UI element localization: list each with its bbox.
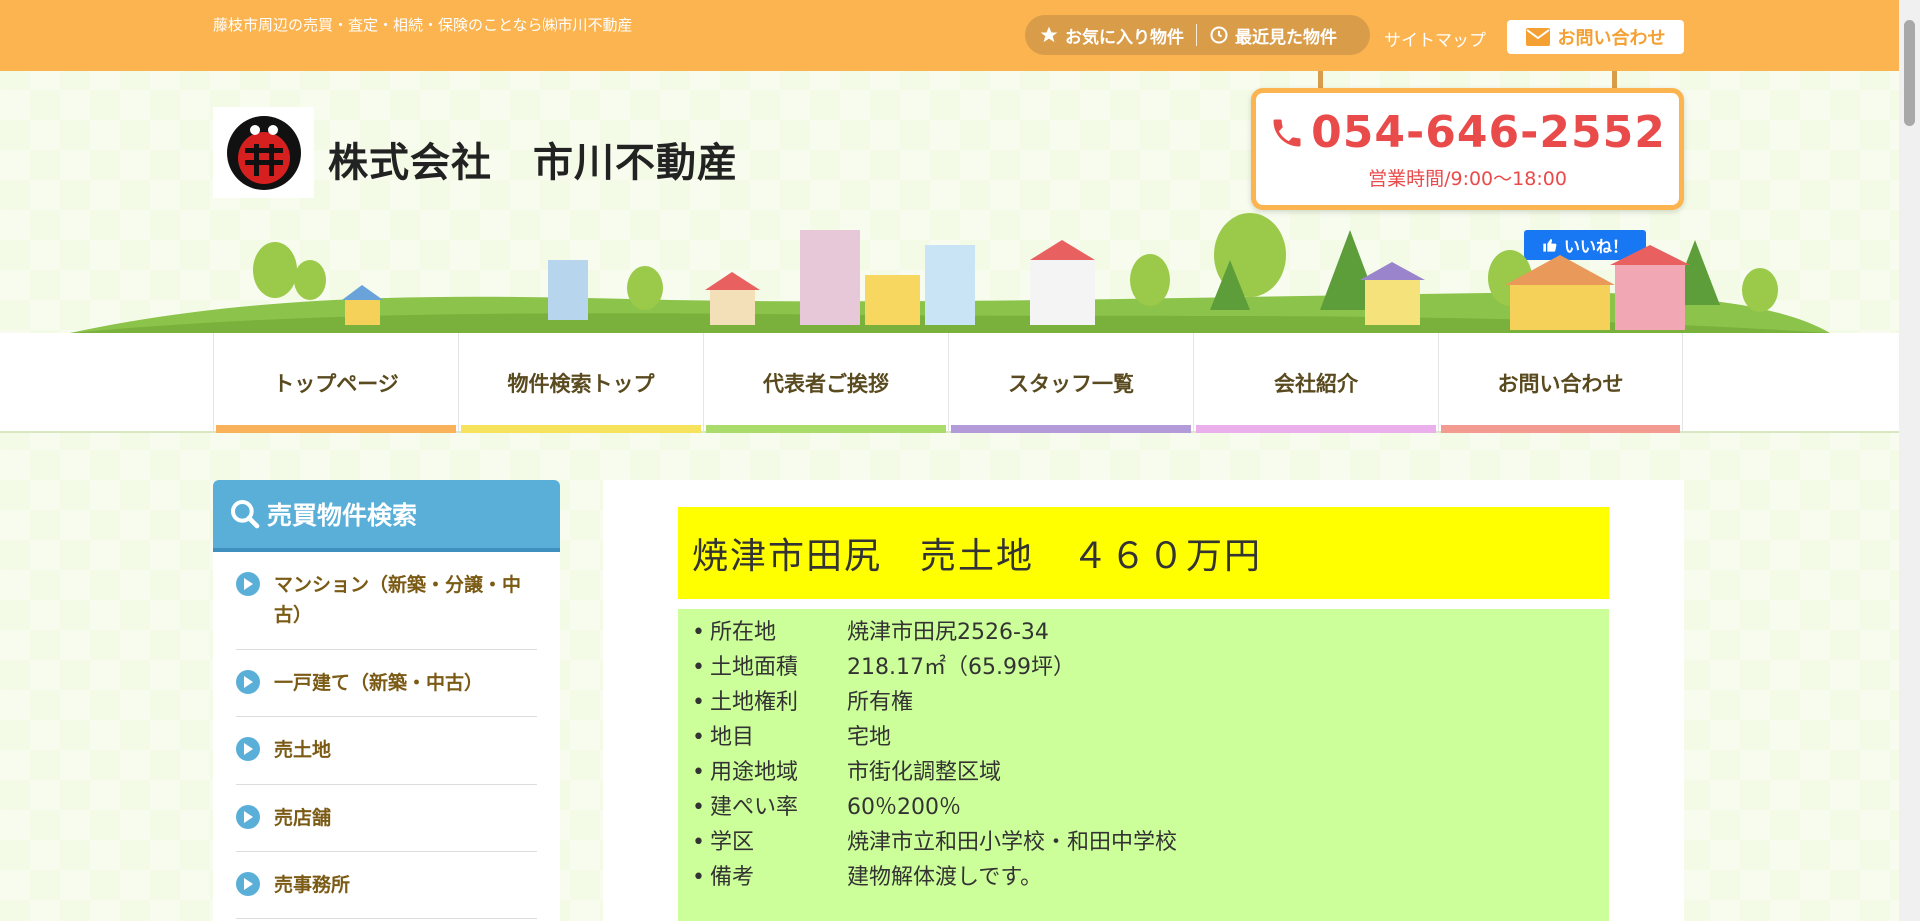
company-logo[interactable]: [213, 107, 314, 198]
detail-row: • 地目 宅地: [692, 720, 1609, 755]
detail-row: • 土地権利 所有権: [692, 685, 1609, 720]
nav-item-property-search[interactable]: 物件検索トップ: [458, 333, 703, 433]
detail-value: 焼津市田尻2526-34: [847, 620, 1049, 645]
hanging-string: [1318, 71, 1323, 89]
detail-value: 60％200％: [847, 795, 961, 820]
main-nav: トップページ 物件検索トップ 代表者ご挨拶 スタッフ一覧 会社紹介 お問い合わせ: [0, 333, 1899, 433]
detail-label: 用途地域: [710, 760, 799, 785]
company-name: 株式会社 市川不動産: [328, 140, 738, 186]
detail-row: • 用途地域 市街化調整区域: [692, 755, 1609, 790]
sidebar-item-label: 一戸建て（新築・中古）: [274, 671, 484, 694]
sidebar-item-house[interactable]: 一戸建て（新築・中古）: [236, 650, 537, 718]
detail-value: 建物解体渡しです。: [847, 865, 1043, 890]
favorites-pill: お気に入り物件 最近見た物件: [1025, 15, 1370, 55]
sidebar-item-office[interactable]: 売事務所: [236, 852, 537, 920]
detail-value: 市街化調整区域: [847, 760, 1002, 785]
sidebar-item-store[interactable]: 売店舗: [236, 785, 537, 852]
phone-icon: [1273, 119, 1301, 146]
nav-item-color-bar: [706, 425, 946, 433]
detail-value: 所有権: [847, 690, 914, 715]
page-scrollbar[interactable]: [1899, 0, 1920, 921]
nav-item-contact[interactable]: お問い合わせ: [1438, 333, 1683, 433]
detail-label: 所在地: [710, 620, 777, 645]
divider: [1196, 24, 1197, 46]
favorites-label: お気に入り物件: [1065, 27, 1184, 48]
phone-panel: 054-646-2552 営業時間/9:00～18:00: [1251, 88, 1684, 210]
nav-item-label: 会社紹介: [1274, 372, 1358, 396]
sidebar-item-land[interactable]: 売土地: [236, 717, 537, 785]
arrow-right-icon: [236, 737, 260, 762]
site-tagline: 藤枝市周辺の売買・査定・相続・保険のことなら㈱市川不動産: [213, 16, 633, 34]
arrow-right-icon: [236, 572, 260, 596]
top-bar: 藤枝市周辺の売買・査定・相続・保険のことなら㈱市川不動産 お気に入り物件 最近見…: [0, 0, 1899, 71]
recent-link[interactable]: 最近見た物件: [1209, 23, 1337, 48]
business-hours: 営業時間/9:00～18:00: [1368, 168, 1567, 190]
star-icon: [1040, 26, 1058, 43]
nav-item-label: トップページ: [273, 372, 399, 396]
sidebar-header: 売買物件検索: [213, 480, 560, 552]
listing-title: 焼津市田尻 売土地 ４６０万円: [678, 507, 1609, 599]
detail-label: 備考: [710, 865, 755, 890]
phone-number-text: 054-646-2552: [1311, 107, 1666, 158]
detail-row: • 建ぺい率 60％200％: [692, 790, 1609, 825]
detail-label: 建ぺい率: [710, 795, 799, 820]
sidebar-item-label: 売事務所: [274, 873, 351, 896]
nav-item-color-bar: [1196, 425, 1436, 433]
sidebar-item-label: 売店舗: [274, 806, 332, 829]
logo-emblem-icon: [226, 115, 301, 190]
nav-item-top-page[interactable]: トップページ: [213, 333, 458, 433]
detail-label: 土地面積: [710, 655, 799, 680]
sitemap-link[interactable]: サイトマップ: [1384, 26, 1486, 51]
nav-item-company[interactable]: 会社紹介: [1193, 333, 1438, 433]
detail-value: 宅地: [847, 725, 892, 750]
sidebar-item-mansion[interactable]: マンション（新築・分譲・中古）: [236, 552, 537, 650]
nav-item-greeting[interactable]: 代表者ご挨拶: [703, 333, 948, 433]
detail-value: 218.17㎡（65.99坪）: [847, 655, 1075, 680]
contact-label: お問い合わせ: [1557, 28, 1666, 49]
town-illustration: [70, 213, 1830, 333]
detail-label: 土地権利: [710, 690, 799, 715]
detail-label: 学区: [710, 830, 755, 855]
recent-label: 最近見た物件: [1235, 27, 1337, 48]
nav-item-label: お問い合わせ: [1497, 372, 1624, 396]
detail-row: • 土地面積 218.17㎡（65.99坪）: [692, 650, 1609, 685]
nav-item-color-bar: [461, 425, 701, 433]
detail-row: • 所在地 焼津市田尻2526-34: [692, 615, 1609, 650]
hanging-string: [1612, 71, 1617, 89]
nav-item-label: スタッフ一覧: [1008, 372, 1134, 396]
phone-number[interactable]: 054-646-2552: [1269, 107, 1666, 158]
sidebar-item-label: 売土地: [274, 739, 332, 762]
nav-item-color-bar: [1441, 425, 1680, 433]
history-icon: [1210, 26, 1228, 44]
nav-item-color-bar: [216, 425, 456, 433]
nav-item-label: 物件検索トップ: [507, 372, 655, 396]
main-content: 焼津市田尻 売土地 ４６０万円 • 所在地 焼津市田尻2526-34 • 土地面積 21…: [603, 480, 1684, 921]
search-icon: [231, 500, 260, 529]
detail-value: 焼津市立和田小学校・和田中学校: [847, 830, 1178, 855]
contact-button[interactable]: お問い合わせ: [1507, 20, 1684, 54]
arrow-right-icon: [236, 804, 260, 829]
sidebar-item-label: マンション（新築・分譲・中古）: [274, 574, 522, 627]
detail-label: 地目: [710, 725, 755, 750]
favorites-link[interactable]: お気に入り物件: [1039, 23, 1184, 48]
detail-row: • 学区 焼津市立和田小学校・和田中学校: [692, 825, 1609, 860]
sidebar-search: 売買物件検索 マンション（新築・分譲・中古） 一戸建て（新築・中古） 売土地 売…: [213, 480, 560, 921]
sidebar-title: 売買物件検索: [267, 501, 418, 530]
scrollbar-thumb[interactable]: [1904, 20, 1915, 126]
arrow-right-icon: [236, 871, 260, 896]
nav-item-color-bar: [951, 425, 1191, 433]
nav-item-staff[interactable]: スタッフ一覧: [948, 333, 1193, 433]
listing-details: • 所在地 焼津市田尻2526-34 • 土地面積 218.17㎡（65.99坪） • 土…: [678, 609, 1609, 921]
nav-item-label: 代表者ご挨拶: [763, 372, 889, 396]
detail-row: • 備考 建物解体渡しです。: [692, 860, 1609, 895]
mail-icon: [1525, 28, 1550, 46]
arrow-right-icon: [236, 669, 260, 694]
